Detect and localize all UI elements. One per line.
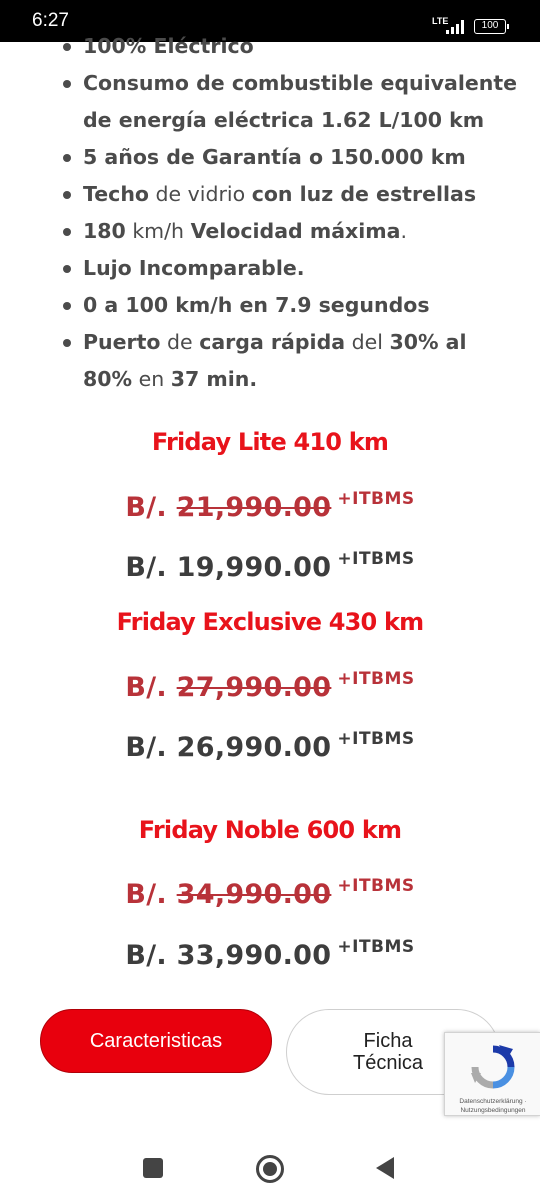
feature-text: con luz de estrellas: [251, 182, 477, 206]
feature-text: carga rápida: [199, 330, 346, 354]
feature-item: 100% Eléctrico: [62, 28, 522, 65]
feature-text: Puerto: [83, 330, 161, 354]
feature-text: en: [132, 367, 171, 391]
feature-item: 180 km/h Velocidad máxima.: [62, 213, 522, 250]
new-price-noble: B/. 33,990.00 +ITBMS: [125, 937, 415, 971]
feature-text: del: [345, 330, 390, 354]
feature-text: Lujo Incomparable.: [83, 256, 305, 280]
recents-icon[interactable]: [143, 1158, 163, 1178]
feature-text: de: [160, 330, 200, 354]
model-title-noble: Friday Noble 600 km: [138, 816, 402, 844]
characteristics-button[interactable]: Caracteristicas: [40, 1009, 272, 1073]
feature-item: Consumo de combustible equivalente de en…: [62, 65, 522, 139]
recaptcha-badge[interactable]: Datenschutzerklärung · Nutzungsbedingung…: [444, 1032, 540, 1116]
feature-text: de vidrio: [149, 182, 252, 206]
feature-text: 180: [83, 219, 126, 243]
feature-item: Puerto de carga rápida del 30% al 80% en…: [62, 324, 522, 398]
feature-text: Velocidad máxima: [190, 219, 401, 243]
android-nav-bar: [0, 1136, 540, 1200]
feature-item: Techo de vidrio con luz de estrellas: [62, 176, 522, 213]
feature-text: 37 min.: [170, 367, 258, 391]
new-price-lite: B/. 19,990.00 +ITBMS: [125, 549, 415, 583]
feature-item: Lujo Incomparable.: [62, 250, 522, 287]
feature-item: 5 años de Garantía o 150.000 km: [62, 139, 522, 176]
recaptcha-icon: [471, 1045, 515, 1089]
features-list: 100% Eléctrico Consumo de combustible equ…: [62, 28, 522, 398]
feature-item: 0 a 100 km/h en 7.9 segundos: [62, 287, 522, 324]
feature-text: 100% Eléctrico: [83, 34, 254, 58]
feature-text: .: [400, 219, 408, 243]
feature-text: km/h: [125, 219, 191, 243]
old-price-lite: B/. 21,990.00 +ITBMS: [125, 489, 415, 523]
tech-sheet-line-1: Ficha: [363, 1030, 413, 1052]
model-title-lite: Friday Lite 410 km: [151, 428, 389, 456]
feature-text: Consumo de combustible equivalente de en…: [83, 71, 518, 132]
old-price-exclusive: B/. 27,990.00 +ITBMS: [125, 669, 415, 703]
back-icon[interactable]: [376, 1157, 394, 1179]
feature-text: 5 años de Garantía o 150.000 km: [83, 145, 466, 169]
tech-sheet-line-2: Técnica: [352, 1052, 424, 1074]
feature-text: 0 a 100 km/h en 7.9 segundos: [83, 293, 430, 317]
model-title-exclusive: Friday Exclusive 430 km: [116, 608, 425, 636]
home-icon[interactable]: [256, 1155, 284, 1183]
old-price-noble: B/. 34,990.00 +ITBMS: [125, 876, 415, 910]
feature-text: Techo: [83, 182, 149, 206]
new-price-exclusive: B/. 26,990.00 +ITBMS: [125, 729, 415, 763]
recaptcha-links: Datenschutzerklärung · Nutzungsbedingung…: [459, 1098, 527, 1114]
